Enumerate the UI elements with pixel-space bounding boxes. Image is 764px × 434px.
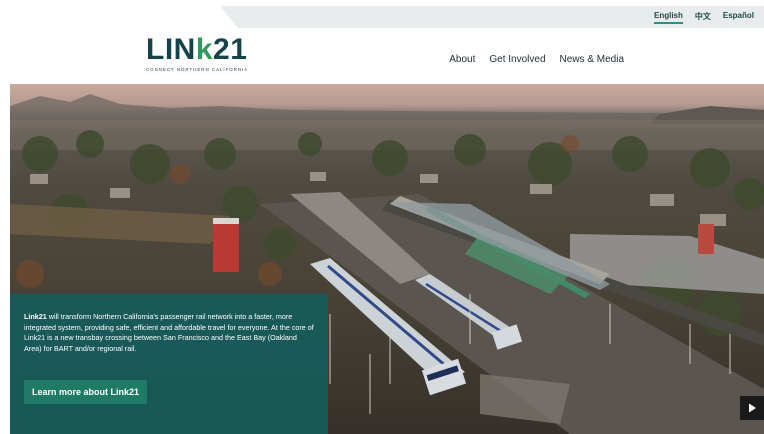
language-list: English 中文 Español <box>653 11 754 24</box>
video-play-button[interactable] <box>740 396 764 420</box>
hero-intro-body: will transform Northern California's pas… <box>24 312 314 353</box>
nav-get-involved[interactable]: Get Involved <box>489 54 545 65</box>
hero-info-panel: Link21 will transform Northern Californi… <box>10 294 328 434</box>
logo-word-b: 21 <box>213 33 248 66</box>
language-spanish[interactable]: Español <box>723 11 754 24</box>
logo-word-k: k <box>195 33 214 66</box>
site-header: LINk21 CONNECT NORTHERN CALIFORNIA About… <box>10 28 764 84</box>
nav-news-media[interactable]: News & Media <box>560 54 624 65</box>
page-frame: English 中文 Español LINk21 CONNECT NORTHE… <box>10 6 764 434</box>
logo-tagline: CONNECT NORTHERN CALIFORNIA <box>146 67 249 72</box>
language-chinese[interactable]: 中文 <box>695 11 711 24</box>
main-nav: About Get Involved News & Media <box>449 54 624 65</box>
link21-logo[interactable]: LINk21 CONNECT NORTHERN CALIFORNIA <box>146 33 249 78</box>
logo-word-a: LIN <box>146 33 196 66</box>
language-bar: English 中文 Español <box>10 6 764 28</box>
hero-video[interactable]: Link21 will transform Northern Californi… <box>10 84 764 434</box>
learn-more-button[interactable]: Learn more about Link21 <box>24 380 148 404</box>
nav-about[interactable]: About <box>449 54 475 65</box>
language-english[interactable]: English <box>653 11 683 24</box>
hero-intro-bold: Link21 <box>24 312 47 321</box>
hero-intro-text: Link21 will transform Northern Californi… <box>24 312 314 354</box>
logo-wordmark: LINk21 <box>146 33 247 66</box>
play-icon <box>749 403 756 413</box>
